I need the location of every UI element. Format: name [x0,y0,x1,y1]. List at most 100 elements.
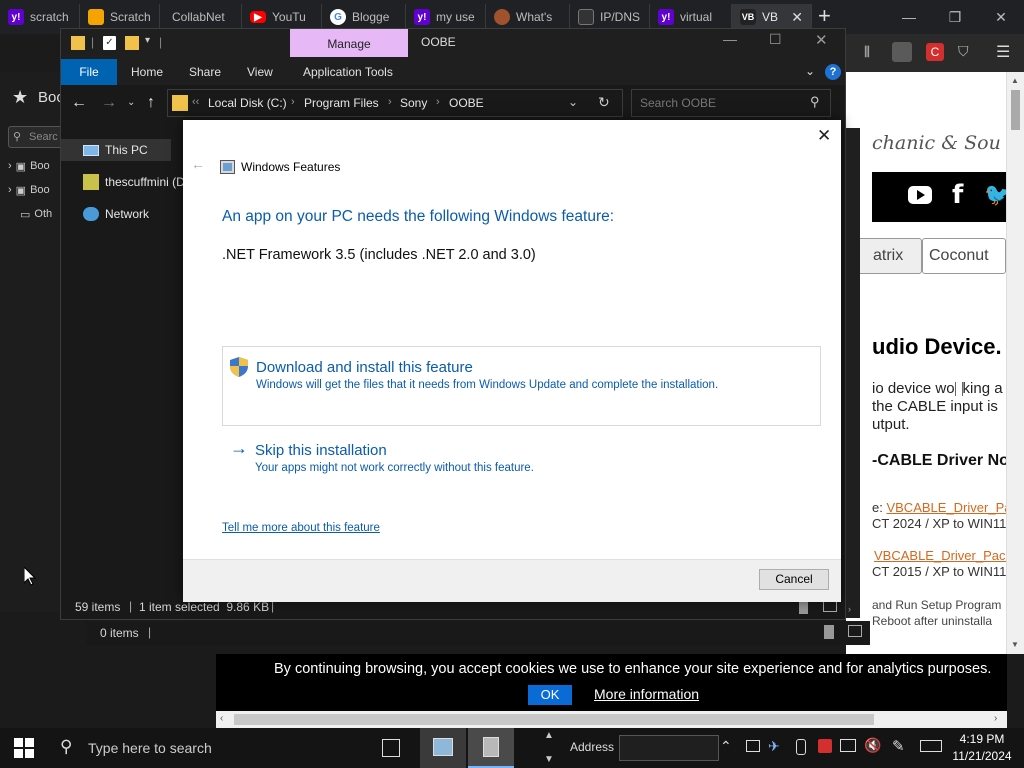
tab-home[interactable]: Home [117,59,177,85]
refresh-icon[interactable]: ↻ [598,94,610,111]
chevron-up-icon[interactable]: ▲ [1011,76,1019,85]
cookie-ok-button[interactable]: OK [528,685,572,705]
library-icon[interactable]: ⫼ [864,44,880,60]
taskbar-app-control-panel[interactable] [420,728,466,768]
extension-icon[interactable]: C [926,43,944,61]
bookmark-folder[interactable]: › ▣ Boo [8,184,50,197]
download-link[interactable]: VBCABLE_Driver_Pac [886,500,1006,515]
forward-arrow-icon[interactable]: → [101,87,117,119]
nav-drive-d[interactable]: thescuffmini (D [69,171,185,193]
clock-date[interactable]: 11/21/2024 [944,749,1020,763]
browser-tab[interactable]: y! scratch [0,4,80,30]
chevron-right-icon[interactable]: › [994,713,997,724]
keyboard-icon[interactable] [920,740,942,752]
quick-access-dropdown-icon[interactable]: ▾ [145,35,150,46]
address-bar[interactable]: ‹‹ Local Disk (C:) › Program Files › Son… [167,89,623,117]
clock-time[interactable]: 4:19 PM [952,732,1012,746]
help-icon[interactable]: ? [825,64,841,80]
tray-app-icon[interactable]: ✈ [768,738,780,755]
bookmarks-search-input[interactable]: ⚲ Searc [8,126,68,148]
task-view-icon[interactable] [382,739,400,757]
tray-security-icon[interactable] [818,739,832,753]
tab-application-tools[interactable]: Application Tools [289,59,407,85]
download-install-option[interactable]: Download and install this feature Window… [222,346,821,426]
taskbar-app-installer[interactable] [468,728,514,768]
pen-icon[interactable]: ✎ [892,737,905,755]
windows-start-icon[interactable] [14,738,34,758]
menu-icon[interactable]: ☰ [996,42,1010,62]
browser-tab-active[interactable]: VB VB ✕ [732,4,812,30]
up-arrow-icon[interactable]: ↑ [147,87,155,119]
details-view-icon[interactable] [824,625,834,639]
chevron-right-icon[interactable]: › [291,96,295,108]
chevron-down-icon[interactable]: ▼ [544,754,554,765]
bookmark-folder[interactable]: ▭ Oth [20,208,52,221]
browser-tab[interactable]: y! my use [406,4,486,30]
horizontal-scrollbar[interactable]: ‹ › [216,711,1007,728]
chevron-right-icon[interactable]: › [848,604,851,614]
tray-overflow-icon[interactable]: ⌃ [720,738,732,755]
volume-muted-icon[interactable]: 🔇 [864,737,881,754]
tab-view[interactable]: View [233,59,287,85]
properties-icon[interactable]: ✓ [103,36,116,50]
new-folder-icon[interactable] [125,36,139,50]
close-tab-icon[interactable]: ✕ [791,9,803,26]
youtube-icon[interactable] [908,186,932,204]
twitter-icon[interactable]: 🐦 [984,182,1006,208]
maximize-icon[interactable]: ☐ [769,31,782,48]
breadcrumb-program-files[interactable]: Program Files [304,96,379,110]
bookmark-folder[interactable]: › ▣ Boo [8,160,50,173]
reader-view-icon[interactable] [892,42,912,62]
close-icon[interactable]: ✕ [815,31,828,49]
page-scrollbar[interactable]: ▲ ▼ [1006,72,1024,654]
expand-ribbon-icon[interactable]: ⌄ [805,64,815,78]
more-information-link[interactable]: More information [594,686,699,702]
close-icon[interactable]: ✕ [978,0,1024,34]
browser-tab[interactable]: ▶ YouTu [242,4,322,30]
download-link[interactable]: VBCABLE_Driver_Pack [874,548,1006,563]
address-dropdown-icon[interactable]: ⌄ [568,95,578,109]
chevron-right-icon[interactable]: › [388,96,392,108]
manage-context-tab[interactable]: Manage [290,29,408,57]
close-icon[interactable]: ✕ [817,126,831,146]
cancel-button[interactable]: Cancel [759,569,829,590]
search-input[interactable]: Search OOBE ⚲ [631,89,831,117]
new-tab-icon[interactable]: + [818,4,831,28]
browser-tab[interactable]: IP/DNS [570,4,650,30]
tray-usb-icon[interactable] [796,739,806,755]
browser-tab[interactable]: What's [486,4,570,30]
browser-tab[interactable]: CollabNet [160,4,242,30]
chevron-left-icon[interactable]: ‹ [220,713,223,724]
browser-tab[interactable]: G Blogge [322,4,406,30]
back-arrow-icon[interactable]: ← [191,156,205,172]
facebook-icon[interactable]: f [952,180,963,210]
explorer-scrollbar[interactable]: › [846,128,860,618]
address-toolbar-input[interactable] [619,735,719,761]
tab-share[interactable]: Share [175,59,235,85]
scrollbar-thumb[interactable] [1011,90,1020,130]
minimize-icon[interactable]: — [723,31,737,47]
browser-tab[interactable]: Scratch [80,4,160,30]
minimize-icon[interactable]: — [886,0,932,34]
browser-tab[interactable]: y! virtual [650,4,732,30]
details-view-icon[interactable] [799,600,808,614]
nav-this-pc[interactable]: This PC [61,139,171,161]
extension-shield-icon[interactable]: ⛉ [958,43,976,61]
more-info-link[interactable]: Tell me more about this feature [222,522,380,534]
chevron-right-icon[interactable]: › [436,96,440,108]
tab-file[interactable]: File [61,59,117,85]
search-icon[interactable]: ⚲ [810,94,820,110]
back-arrow-icon[interactable]: ← [71,87,87,119]
network-icon[interactable] [840,739,856,752]
tray-display-icon[interactable] [746,740,760,752]
scrollbar-thumb[interactable] [234,714,874,725]
breadcrumb-sony[interactable]: Sony [400,96,427,110]
breadcrumb-oobe[interactable]: OOBE [449,96,484,110]
breadcrumb-local-disk[interactable]: Local Disk (C:) [208,96,287,110]
taskbar-search-box[interactable]: ⚲ Type here to search [48,728,368,768]
maximize-icon[interactable]: ❐ [932,0,978,34]
chevron-down-icon[interactable]: ▼ [1011,640,1019,649]
nav-network[interactable]: Network [69,203,149,225]
site-tab-coconut[interactable]: Coconut [922,238,1006,274]
chevron-up-icon[interactable]: ▲ [544,730,554,741]
